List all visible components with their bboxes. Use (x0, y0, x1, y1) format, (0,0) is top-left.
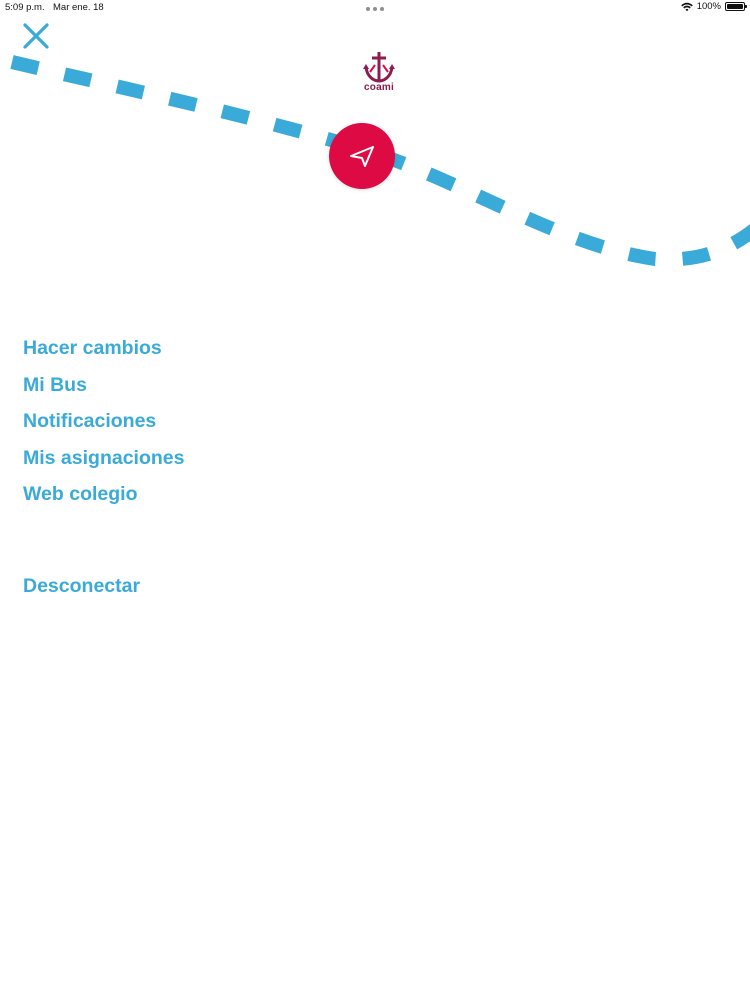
menu-item-web-colegio[interactable]: Web colegio (23, 482, 184, 519)
close-icon (23, 23, 49, 49)
close-button[interactable] (20, 20, 52, 52)
logo-text: coami (364, 82, 394, 93)
logout-button[interactable]: Desconectar (23, 574, 140, 598)
menu-item-mis-asignaciones[interactable]: Mis asignaciones (23, 446, 184, 483)
menu-item-mi-bus[interactable]: Mi Bus (23, 373, 184, 410)
coami-logo: coami (356, 50, 402, 96)
menu-screen: 5:09 p.m. Mar ene. 18 100% coami Hacer c… (0, 0, 750, 1000)
menu-item-hacer-cambios[interactable]: Hacer cambios (23, 336, 184, 373)
navigation-arrow-icon (350, 146, 374, 167)
anchor-cross-icon (363, 52, 395, 83)
location-button[interactable] (329, 123, 395, 189)
main-menu: Hacer cambios Mi Bus Notificaciones Mis … (23, 336, 184, 519)
menu-item-notificaciones[interactable]: Notificaciones (23, 409, 184, 446)
